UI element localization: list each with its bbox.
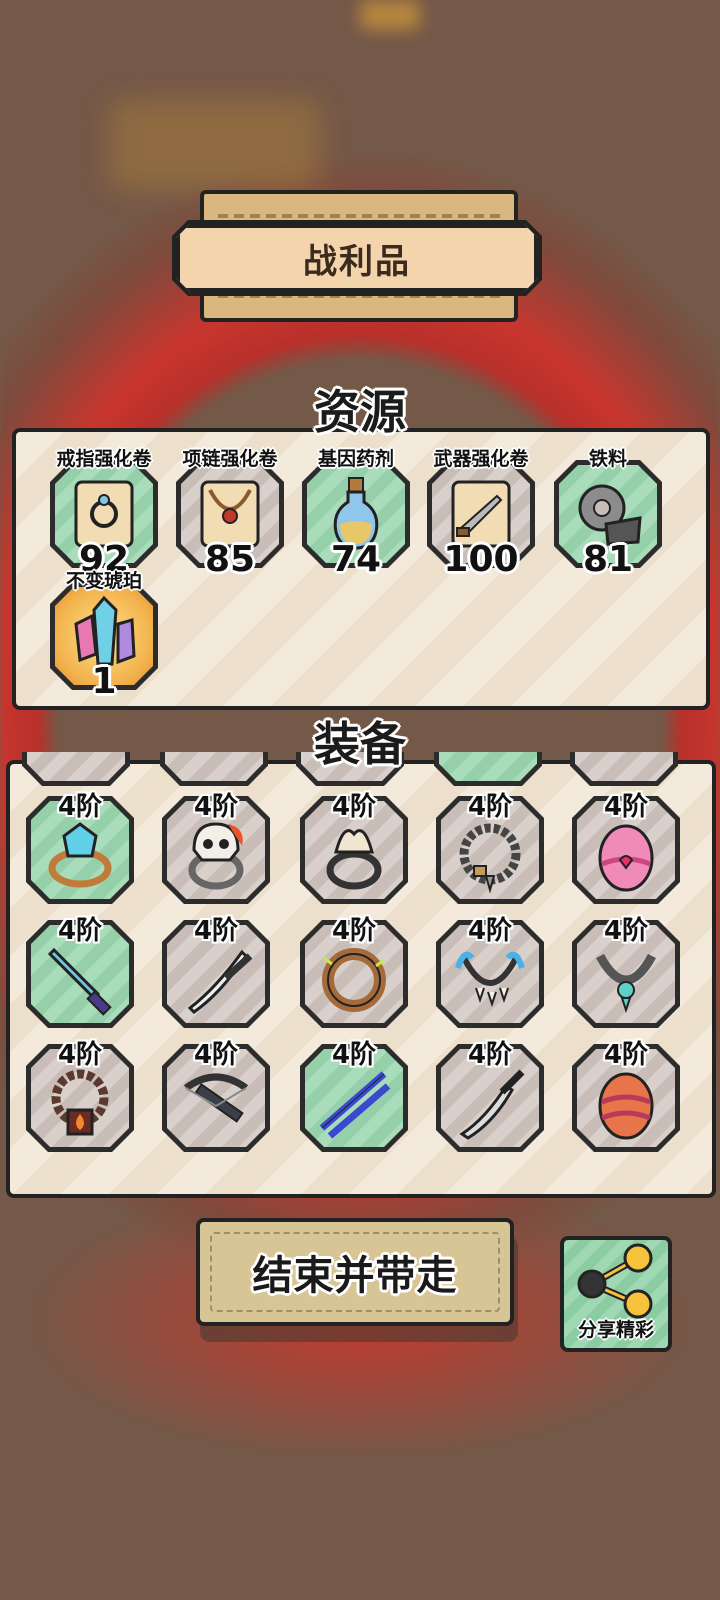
background-shape [110, 100, 320, 190]
resource-count: 81 [582, 539, 634, 580]
katana-icon [187, 949, 253, 1014]
resource-count: 100 [443, 539, 519, 580]
resource-label: 基因药剂 [317, 448, 394, 470]
resource-label: 铁料 [588, 448, 627, 470]
tier-label: 4阶 [603, 792, 649, 822]
tier-label: 4阶 [467, 1040, 513, 1070]
tier-label: 4阶 [193, 1040, 239, 1070]
equipment-tile[interactable]: 4阶 [24, 786, 136, 904]
equipment-tile[interactable]: 4阶 [24, 910, 136, 1028]
wooden-ring-icon [322, 948, 386, 1012]
resource-tile[interactable]: 不变琥珀 1 [48, 570, 160, 702]
tier-label: 4阶 [331, 792, 377, 822]
equipment-tile[interactable]: 4阶 [160, 786, 272, 904]
page-title: 战利品 [303, 241, 411, 282]
fire-necklace-icon [51, 1069, 109, 1136]
share-button[interactable]: 分享精彩 [560, 1236, 672, 1352]
equipment-tile[interactable]: 4阶 [298, 786, 410, 904]
equipment-tile[interactable]: 4阶 [434, 786, 546, 904]
resource-tile[interactable]: 武器强化卷 100 [425, 448, 537, 580]
equipment-tile[interactable]: 4阶 [160, 910, 272, 1028]
equipment-tile[interactable]: 4阶 [298, 910, 410, 1028]
equipment-tile[interactable]: 4阶 [24, 1034, 136, 1152]
background-shape [360, 0, 420, 30]
resources-title: 资源 [314, 385, 406, 439]
bone-ring-icon [326, 829, 382, 890]
gem-ring-icon [48, 822, 112, 888]
tier-label: 4阶 [193, 792, 239, 822]
resource-count: 1 [91, 661, 117, 702]
tier-label: 4阶 [57, 792, 103, 822]
pink-egg-icon [598, 824, 654, 892]
equipment-tile[interactable]: 4阶 [570, 786, 682, 904]
resource-label: 戒指强化卷 [56, 448, 152, 470]
bead-necklace-icon [459, 823, 521, 894]
equipment-tile[interactable]: 4阶 [434, 910, 546, 1028]
resource-label: 不变琥珀 [65, 570, 142, 592]
resource-label: 项链强化卷 [182, 448, 278, 470]
jade-necklace-icon [596, 953, 656, 1014]
skull-ring-icon [188, 822, 244, 890]
share-label: 分享精彩 [577, 1319, 654, 1341]
resource-tile[interactable]: 戒指强化卷 92 [48, 448, 160, 580]
resource-tile[interactable]: 基因药剂 74 [300, 448, 412, 580]
tier-label: 4阶 [193, 916, 239, 946]
equipment-tile[interactable]: 4阶 [298, 1034, 410, 1152]
short-blade-icon [459, 1069, 525, 1140]
resource-count: 74 [330, 539, 382, 580]
tier-label: 4阶 [603, 1040, 649, 1070]
resource-count: 85 [204, 539, 256, 580]
blue-sword-icon [47, 947, 112, 1016]
tier-label: 4阶 [57, 1040, 103, 1070]
tier-label: 4阶 [331, 916, 377, 946]
tier-label: 4阶 [467, 792, 513, 822]
end-and-take-button[interactable]: 结束并带走 [196, 1218, 514, 1326]
share-icon [577, 1243, 653, 1319]
tooth-necklace-icon [455, 951, 525, 1008]
equipment-tile[interactable]: 4阶 [160, 1034, 272, 1152]
tier-label: 4阶 [603, 916, 649, 946]
equipment-tile[interactable]: 4阶 [434, 1034, 546, 1152]
equipment-title: 装备 [314, 717, 406, 771]
resource-tile[interactable]: 铁料 81 [552, 448, 664, 580]
resource-tile[interactable]: 项链强化卷 85 [174, 448, 286, 580]
equipment-tile[interactable]: 4阶 [570, 910, 682, 1028]
equipment-tile[interactable]: 4阶 [570, 1034, 682, 1152]
red-egg-icon [598, 1072, 654, 1140]
twin-katana-icon [319, 1071, 391, 1139]
title-banner: 战利品 [176, 224, 538, 292]
crossbow-icon [183, 1073, 249, 1123]
tier-label: 4阶 [331, 1040, 377, 1070]
resource-label: 武器强化卷 [433, 448, 529, 470]
tier-label: 4阶 [57, 916, 103, 946]
end-button-label: 结束并带走 [252, 1253, 458, 1299]
tier-label: 4阶 [467, 916, 513, 946]
